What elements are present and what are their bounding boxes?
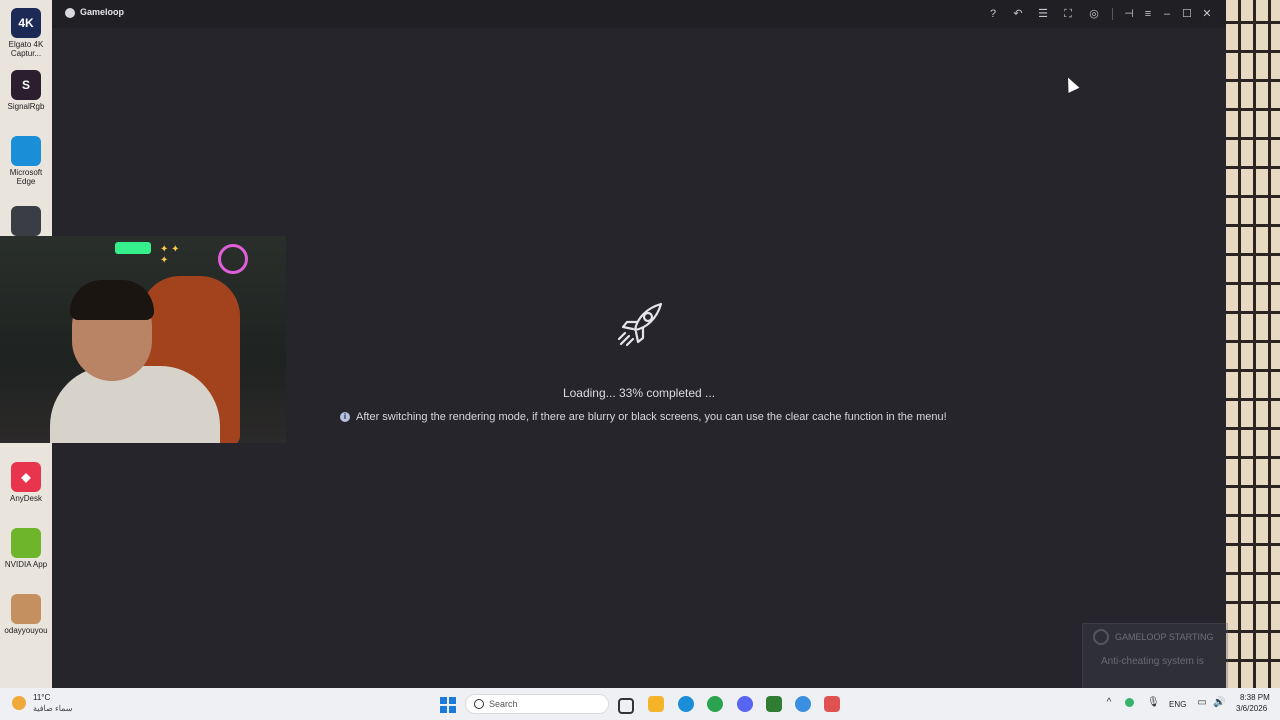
neon-light bbox=[115, 242, 151, 254]
chevron-up-icon[interactable]: ^ bbox=[1104, 698, 1114, 708]
discord-icon[interactable] bbox=[737, 696, 753, 712]
search-placeholder: Search bbox=[489, 699, 518, 709]
notification-body: Anti-cheating system is bbox=[1101, 656, 1204, 667]
notification-title: GAMELOOP STARTING bbox=[1115, 632, 1214, 642]
desktop-icon-label: Elgato 4K Captur... bbox=[8, 40, 44, 58]
status-dot-icon[interactable] bbox=[1125, 698, 1134, 707]
desktop-wallpaper-grid bbox=[1226, 0, 1280, 688]
app-icon bbox=[11, 136, 41, 166]
pin-icon[interactable]: ⊣ bbox=[1121, 6, 1137, 22]
list-icon[interactable]: ☰ bbox=[1035, 6, 1051, 22]
window-title: Gameloop bbox=[80, 7, 125, 17]
desktop-icon[interactable]: ◆ AnyDesk bbox=[4, 462, 48, 503]
close-icon[interactable]: ✕ bbox=[1199, 6, 1215, 22]
terminal-icon[interactable] bbox=[766, 696, 782, 712]
mouse-cursor-icon bbox=[1062, 75, 1080, 93]
volume-icon[interactable]: 🔊 bbox=[1213, 698, 1225, 708]
weather-moon-icon[interactable] bbox=[12, 696, 26, 710]
microphone-icon[interactable]: 🎙 bbox=[1147, 698, 1160, 708]
titlebar: Gameloop ? ↶ ☰ ⛶ ◎ ⊣ ≡ – ☐ ✕ bbox=[52, 0, 1226, 28]
user-icon[interactable]: ◎ bbox=[1086, 6, 1102, 22]
language-indicator[interactable]: ENG bbox=[1169, 700, 1186, 709]
weather-condition[interactable]: سماء صافية bbox=[33, 704, 73, 713]
desktop-icon[interactable]: odayyouyou bbox=[4, 594, 48, 635]
app-icon: ◆ bbox=[11, 462, 41, 492]
gameloop-icon[interactable] bbox=[824, 696, 840, 712]
undo-icon[interactable]: ↶ bbox=[1010, 6, 1026, 22]
taskbar-search[interactable]: Search bbox=[465, 694, 609, 714]
file-explorer-icon[interactable] bbox=[648, 696, 664, 712]
string-lights: ✦ ✦ ✦ bbox=[160, 244, 180, 266]
neon-sign bbox=[218, 244, 248, 274]
fullscreen-icon[interactable]: ⛶ bbox=[1060, 6, 1076, 22]
search-icon bbox=[474, 699, 484, 709]
menu-icon[interactable]: ≡ bbox=[1140, 6, 1156, 22]
app-icon bbox=[11, 594, 41, 624]
desktop-icon-label: Microsoft Edge bbox=[9, 168, 43, 186]
edge-icon[interactable] bbox=[678, 696, 694, 712]
desktop-icon[interactable] bbox=[4, 206, 48, 238]
app-icon: S bbox=[11, 70, 41, 100]
weather-temperature[interactable]: 11°C bbox=[33, 693, 50, 702]
browser-icon[interactable] bbox=[795, 696, 811, 712]
gameloop-logo-icon bbox=[1093, 629, 1109, 645]
person-body bbox=[50, 366, 220, 443]
task-view-icon[interactable] bbox=[618, 698, 634, 714]
maximize-icon[interactable]: ☐ bbox=[1179, 6, 1195, 22]
desktop-icon[interactable]: S SignalRgb bbox=[4, 70, 48, 111]
startup-notification[interactable]: GAMELOOP STARTING Anti-cheating system i… bbox=[1082, 623, 1228, 689]
taskbar: 11°C سماء صافية Search ^ 🎙 ENG ▭ 🔊 8:38 … bbox=[0, 688, 1280, 720]
titlebar-divider bbox=[1112, 8, 1113, 20]
desktop-icon[interactable]: 4K Elgato 4K Captur... bbox=[4, 8, 48, 58]
start-button[interactable] bbox=[440, 697, 456, 713]
clock-time[interactable]: 8:38 PM bbox=[1240, 693, 1270, 702]
info-tip: i After switching the rendering mode, if… bbox=[340, 410, 947, 424]
clock-date[interactable]: 3/6/2026 bbox=[1236, 704, 1267, 713]
desktop-icon[interactable]: NVIDIA App bbox=[4, 528, 48, 569]
webcam-overlay: ✦ ✦ ✦ bbox=[0, 236, 286, 443]
desktop-icon-label: NVIDIA App bbox=[4, 560, 48, 569]
network-icon[interactable]: ▭ bbox=[1197, 698, 1207, 708]
app-icon bbox=[11, 528, 41, 558]
app-icon bbox=[11, 206, 41, 236]
chrome-icon[interactable] bbox=[707, 696, 723, 712]
desktop-icon-label: AnyDesk bbox=[9, 494, 42, 503]
help-icon[interactable]: ? bbox=[985, 6, 1001, 22]
person-hair bbox=[70, 280, 154, 320]
desktop-icon-label: SignalRgb bbox=[7, 102, 45, 111]
desktop-icon[interactable]: Microsoft Edge bbox=[4, 136, 48, 186]
rocket-icon bbox=[617, 302, 663, 347]
desktop-icon-label: odayyouyou bbox=[4, 626, 48, 635]
minimize-icon[interactable]: – bbox=[1159, 6, 1175, 22]
app-icon: 4K bbox=[11, 8, 41, 38]
info-icon: i bbox=[340, 412, 350, 422]
gameloop-logo-icon bbox=[65, 8, 75, 18]
tip-text: After switching the rendering mode, if t… bbox=[356, 411, 947, 423]
